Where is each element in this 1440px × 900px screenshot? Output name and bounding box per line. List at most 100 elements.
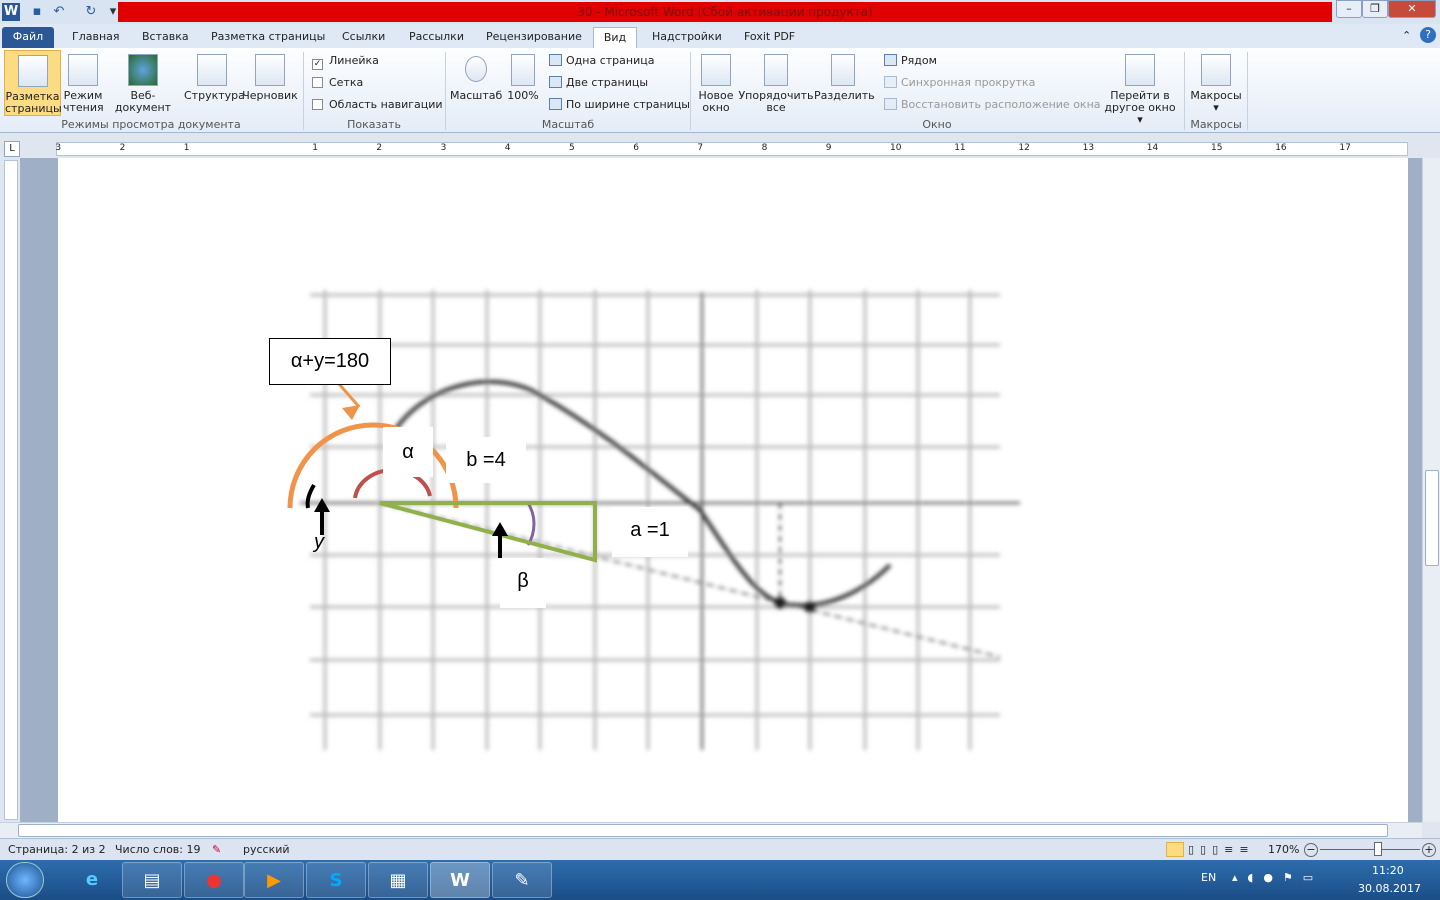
word-count[interactable]: Число слов: 19 (115, 839, 201, 860)
ruler-number: 17 (1339, 143, 1351, 153)
arrange-all-icon (764, 54, 788, 86)
tab-selector[interactable]: L (4, 141, 20, 157)
tab-file[interactable]: Файл (2, 27, 54, 48)
redo-icon[interactable]: ↻ (82, 3, 100, 21)
one-page-icon (549, 54, 562, 66)
beta-label: β (500, 558, 546, 608)
vertical-ruler[interactable] (4, 160, 18, 820)
ruler-number: 7 (697, 143, 704, 153)
beta-arc (526, 502, 536, 546)
tab-review[interactable]: Рецензирование (478, 27, 590, 48)
group-label-views: Режимы просмотра документа (61, 118, 241, 131)
close-button[interactable]: ✕ (1388, 0, 1436, 18)
window-title: 30 - Microsoft Word (Сбой активации прод… (118, 2, 1332, 22)
help-icon[interactable]: ? (1420, 27, 1436, 43)
chrome-icon[interactable]: ● (184, 862, 244, 898)
tab-foxit-pdf[interactable]: Foxit PDF (736, 27, 803, 48)
vertical-scrollbar[interactable] (1422, 158, 1440, 822)
draft-icon (255, 54, 285, 86)
zoom-in-button[interactable]: + (1422, 843, 1436, 857)
outline-button[interactable]: Структура (184, 50, 245, 102)
gamma-arc (305, 483, 316, 509)
maximize-button[interactable]: ❐ (1362, 0, 1388, 18)
ruler-number: 13 (1082, 143, 1095, 153)
tab-view[interactable]: Вид (593, 27, 637, 48)
page-width-button[interactable]: По ширине страницы (549, 98, 690, 111)
split-button[interactable]: Разделить (814, 50, 875, 102)
status-bar: Страница: 2 из 2 Число слов: 19 ✎ русски… (0, 838, 1440, 860)
paint-icon[interactable]: ✎ (492, 862, 552, 898)
start-button[interactable] (6, 862, 44, 898)
page-count[interactable]: Страница: 2 из 2 (8, 839, 106, 860)
ruler-number: 6 (633, 143, 639, 153)
arrange-all-button[interactable]: Упорядочить все (738, 50, 814, 114)
checkbox-checked: ✓ (312, 59, 323, 70)
two-pages-icon (549, 76, 562, 88)
ruler-number: 1 (312, 143, 318, 153)
horizontal-scrollbar[interactable] (0, 822, 1422, 838)
word-icon: W (2, 3, 20, 21)
ruler-number: 3 (440, 143, 447, 153)
print-layout-view-icon[interactable] (1166, 842, 1184, 857)
nav-pane-checkbox[interactable]: Область навигации (312, 98, 443, 111)
calculator-icon[interactable]: ▦ (368, 862, 428, 898)
function-curve (393, 379, 892, 608)
explorer-icon[interactable]: ▤ (122, 862, 182, 898)
tab-references[interactable]: Ссылки (334, 27, 393, 48)
ruler-number: 12 (1018, 143, 1030, 153)
new-window-button[interactable]: Новое окно (694, 50, 738, 114)
proofing-icon[interactable]: ✎ (212, 839, 221, 860)
ruler-number: 9 (825, 143, 832, 153)
draft-button[interactable]: Черновик (241, 50, 299, 102)
tab-mailings[interactable]: Рассылки (401, 27, 472, 48)
ruler-number: 4 (504, 143, 511, 153)
b-label: b =4 (446, 437, 526, 483)
side-by-side-icon (884, 54, 897, 66)
title-bar: W ▪ ↶ ↻ ▾ 30 - Microsoft Word (Сбой акти… (0, 0, 1440, 24)
zoom-button[interactable]: Масштаб (450, 50, 502, 102)
clock-time[interactable]: 11:20 (1372, 864, 1404, 877)
ie-icon[interactable]: e (62, 862, 122, 898)
two-pages-button[interactable]: Две страницы (549, 76, 648, 89)
point (774, 597, 786, 609)
collapse-ribbon-icon[interactable]: ⌃ (1402, 29, 1411, 42)
word-taskbar-icon[interactable]: W (430, 862, 490, 898)
zoom-slider[interactable] (1320, 849, 1420, 850)
reset-window-button[interactable]: Восстановить расположение окна (884, 98, 1101, 111)
undo-icon[interactable]: ↶ (50, 3, 68, 21)
tab-page-layout[interactable]: Разметка страницы (203, 27, 333, 48)
macros-icon (1201, 54, 1231, 86)
zoom-slider-thumb[interactable] (1374, 842, 1382, 856)
switch-window-button[interactable]: Перейти в другое окно ▾ (1100, 50, 1180, 126)
tab-home[interactable]: Главная (64, 27, 128, 48)
zoom-out-button[interactable]: − (1304, 843, 1318, 857)
web-layout-button[interactable]: Веб-документ (104, 50, 182, 114)
one-page-button[interactable]: Одна страница (549, 54, 654, 67)
print-layout-icon (17, 55, 48, 87)
side-by-side-button[interactable]: Рядом (884, 54, 937, 67)
sync-scroll-button[interactable]: Синхронная прокрутка (884, 76, 1035, 89)
print-layout-button[interactable]: Разметка страницы (4, 50, 62, 116)
reading-mode-button[interactable]: Режим чтения (63, 50, 104, 114)
skype-icon[interactable]: S (306, 862, 366, 898)
ruler-checkbox[interactable]: ✓ Линейка (312, 54, 379, 70)
zoom-100-button[interactable]: 100% (505, 50, 541, 102)
magnifier-icon (465, 56, 487, 82)
hscroll-thumb[interactable] (18, 824, 1388, 837)
save-icon[interactable]: ▪ (28, 3, 46, 21)
scroll-thumb[interactable] (1425, 470, 1439, 566)
tab-insert[interactable]: Вставка (134, 27, 197, 48)
macros-button[interactable]: Макросы ▾ (1188, 50, 1244, 114)
view-icons[interactable]: ▯▯▯≡≡ (1188, 839, 1255, 860)
minimize-button[interactable]: – (1336, 0, 1362, 18)
input-language[interactable]: EN (1201, 871, 1216, 884)
grid-checkbox[interactable]: Сетка (312, 76, 363, 89)
horizontal-ruler[interactable]: 3 2 1 1 2 3 4 5 6 7 8 9 10 11 12 13 14 15 16 17 (55, 142, 1408, 156)
group-label-macros: Макросы (1190, 118, 1242, 131)
clock-date[interactable]: 30.08.2017 (1358, 882, 1421, 895)
language[interactable]: русский (243, 839, 290, 860)
media-player-icon[interactable]: ▶ (244, 862, 304, 898)
tray-icons[interactable]: ▴◖●⚑▭ (1232, 871, 1323, 884)
tab-addins[interactable]: Надстройки (644, 27, 730, 48)
zoom-level[interactable]: 170% (1268, 839, 1299, 860)
